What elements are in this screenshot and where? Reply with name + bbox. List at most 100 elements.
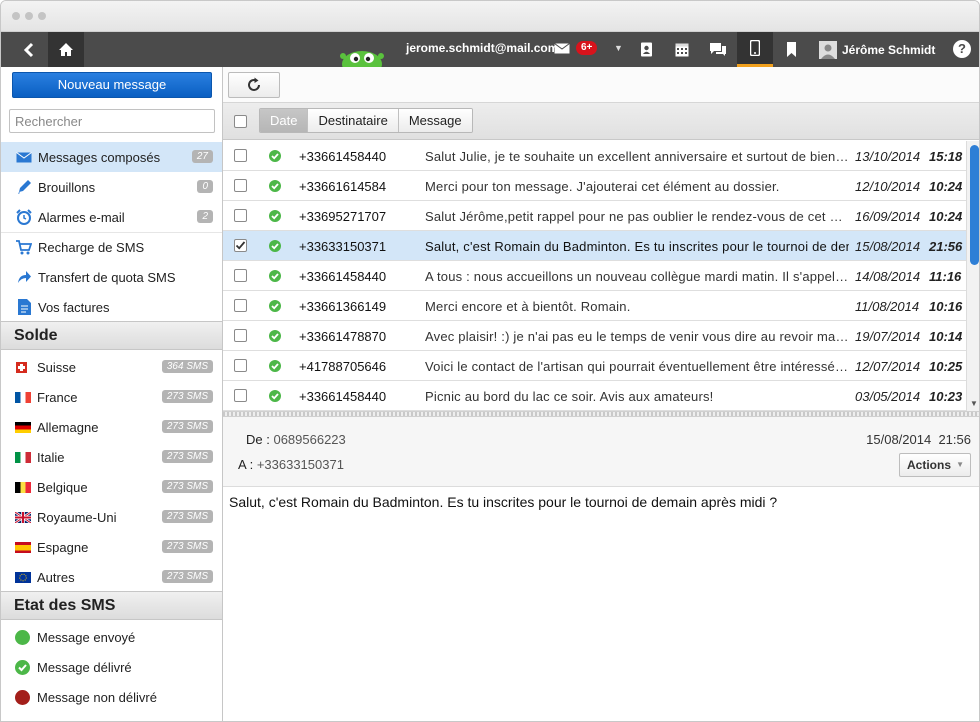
help-button[interactable]: ?: [953, 40, 971, 58]
window-control-dot[interactable]: [38, 12, 46, 20]
row-checkbox[interactable]: [234, 209, 247, 222]
row-checkbox[interactable]: [234, 299, 247, 312]
count-badge: 27: [191, 150, 213, 163]
message-row[interactable]: +41788705646 Voici le contact de l'artis…: [223, 351, 966, 381]
message-row[interactable]: +33661366149 Merci encore et à bientôt. …: [223, 291, 966, 321]
message-list-scrollbar[interactable]: ▼: [966, 141, 979, 411]
row-checkbox[interactable]: [234, 359, 247, 372]
country-label: Belgique: [37, 479, 88, 495]
row-checkbox[interactable]: [234, 149, 247, 162]
sort-bar: Date Destinataire Message: [223, 103, 979, 140]
status-legend-undelivered: Message non délivré: [1, 682, 222, 712]
balance-row[interactable]: Royaume-Uni 273 SMS: [1, 502, 222, 532]
message-row[interactable]: +33661458440 A tous : nous accueillons u…: [223, 261, 966, 291]
message-time: 11:16: [929, 269, 962, 284]
delivered-check-icon: [269, 210, 281, 222]
sort-by-date-button[interactable]: Date: [260, 109, 309, 132]
message-date: 16/09/2014: [855, 209, 921, 224]
user-menu[interactable]: Jérôme Schmidt: [819, 41, 935, 59]
chevron-down-icon: ▼: [956, 460, 964, 469]
window-control-dot[interactable]: [25, 12, 33, 20]
chat-button[interactable]: [700, 32, 736, 67]
caret-down-icon[interactable]: ▼: [614, 43, 623, 53]
notification-badge[interactable]: 6+: [576, 41, 598, 55]
message-row[interactable]: +33661478870 Avec plaisir! :) je n'ai pa…: [223, 321, 966, 351]
message-preview: Merci pour ton message. J'ajouterai cet …: [425, 179, 780, 194]
message-row-selected[interactable]: +33633150371 Salut, c'est Romain du Badm…: [223, 231, 966, 261]
message-date: 03/05/2014: [855, 389, 921, 404]
chevron-left-icon: [23, 42, 34, 57]
message-row[interactable]: +33661614584 Merci pour ton message. J'a…: [223, 171, 966, 201]
sms-balance-badge: 273 SMS: [161, 570, 213, 583]
search-input[interactable]: [9, 109, 215, 133]
bookmarks-button[interactable]: [773, 32, 809, 67]
sent-dot-icon: [15, 629, 30, 645]
message-preview: A tous : nous accueillons un nouveau col…: [425, 269, 849, 284]
calendar-button[interactable]: [664, 32, 700, 67]
sms-balance-badge: 273 SMS: [161, 450, 213, 463]
message-row[interactable]: +33695271707 Salut Jérôme,petit rappel p…: [223, 201, 966, 231]
mobile-sms-button[interactable]: [737, 32, 773, 67]
actions-dropdown[interactable]: Actions ▼: [899, 453, 971, 477]
balance-row[interactable]: Suisse 364 SMS: [1, 352, 222, 382]
swiss-flag-icon: [16, 361, 27, 373]
home-button[interactable]: [48, 32, 84, 67]
delivered-check-icon: [269, 300, 281, 312]
contacts-button[interactable]: [628, 32, 664, 67]
sidebar-item-invoices[interactable]: Vos factures: [1, 292, 222, 322]
row-checkbox[interactable]: [234, 389, 247, 402]
row-checkbox[interactable]: [234, 179, 247, 192]
toolbar: [223, 67, 979, 103]
sidebar-item-alarms[interactable]: Alarmes e-mail 2: [1, 202, 222, 232]
refresh-button[interactable]: [228, 72, 280, 98]
uk-flag-icon: [15, 511, 31, 523]
eu-flag-icon: [15, 571, 31, 583]
sidebar-item-label: Transfert de quota SMS: [38, 269, 176, 285]
message-time: 10:25: [929, 359, 963, 374]
sidebar-item-composed[interactable]: Messages composés 27: [1, 142, 222, 172]
country-label: Royaume-Uni: [37, 509, 117, 525]
country-label: Autres: [37, 569, 75, 585]
balance-row[interactable]: Italie 273 SMS: [1, 442, 222, 472]
home-icon: [59, 43, 73, 56]
spain-flag-icon: [15, 541, 31, 553]
window-control-dot[interactable]: [12, 12, 20, 20]
balance-row[interactable]: Belgique 273 SMS: [1, 472, 222, 502]
message-datetime: 15/08/2014 21:56: [866, 432, 971, 447]
row-checkbox[interactable]: [234, 329, 247, 342]
sort-by-recipient-button[interactable]: Destinataire: [308, 109, 399, 132]
scroll-down-arrow-icon[interactable]: ▼: [970, 399, 978, 408]
recipient-phone: +33661366149: [299, 299, 387, 314]
sidebar-item-drafts[interactable]: Brouillons 0: [1, 172, 222, 202]
status-legend-delivered: Message délivré: [1, 652, 222, 682]
actions-label: Actions: [907, 458, 952, 472]
select-all-checkbox[interactable]: [234, 115, 247, 128]
status-label: Message non délivré: [37, 689, 157, 705]
recipient-phone: +33661458440: [299, 149, 387, 164]
scrollbar-thumb[interactable]: [970, 145, 979, 265]
row-checkbox[interactable]: [234, 269, 247, 282]
sidebar-item-transfer[interactable]: Transfert de quota SMS: [1, 262, 222, 292]
status-legend-sent: Message envoyé: [1, 622, 222, 652]
message-row[interactable]: +33661458440 Salut Julie, je te souhaite…: [223, 141, 966, 171]
message-row[interactable]: +33661458440 Picnic au bord du lac ce so…: [223, 381, 966, 411]
sidebar-item-recharge[interactable]: Recharge de SMS: [1, 232, 222, 262]
envelope-icon: [15, 149, 33, 165]
germany-flag-icon: [15, 421, 31, 433]
balance-row[interactable]: Allemagne 273 SMS: [1, 412, 222, 442]
sender-number: 0689566223: [273, 432, 346, 447]
message-preview: Merci encore et à bientôt. Romain.: [425, 299, 631, 314]
row-checkbox-checked[interactable]: [234, 239, 247, 252]
balance-row[interactable]: Espagne 273 SMS: [1, 532, 222, 562]
back-button[interactable]: [12, 32, 46, 67]
sort-by-message-button[interactable]: Message: [398, 109, 472, 132]
recipient-phone: +33695271707: [299, 209, 387, 224]
new-message-button[interactable]: Nouveau message: [12, 72, 212, 98]
balance-row[interactable]: Autres 273 SMS: [1, 562, 222, 592]
sender-line: De : 0689566223: [246, 432, 346, 447]
message-body: Salut, c'est Romain du Badminton. Es tu …: [229, 494, 778, 510]
mail-icon[interactable]: [554, 43, 570, 54]
balance-row[interactable]: France 273 SMS: [1, 382, 222, 412]
cart-icon: [15, 240, 33, 256]
bookmark-icon: [786, 42, 796, 57]
